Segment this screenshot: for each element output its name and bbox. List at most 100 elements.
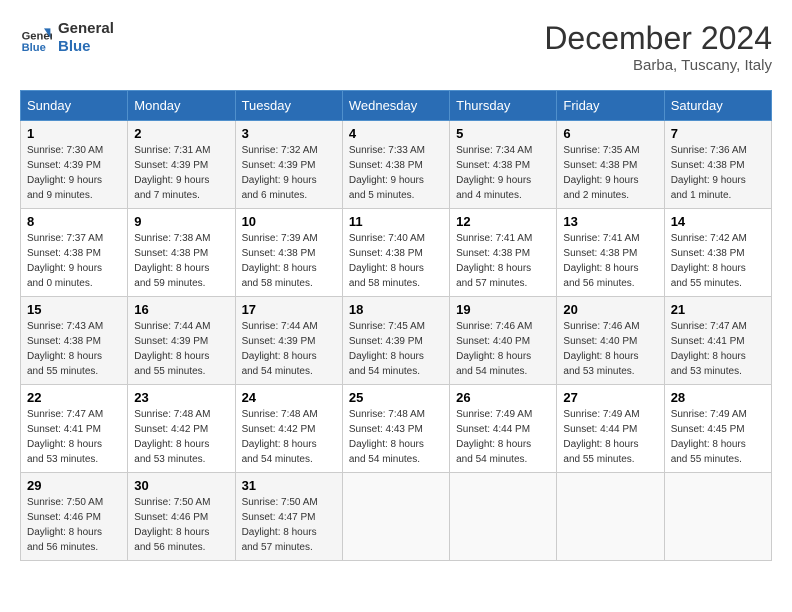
col-wednesday: Wednesday [342,91,449,121]
day-info: Sunrise: 7:38 AMSunset: 4:38 PMDaylight:… [134,233,210,289]
table-row: 19 Sunrise: 7:46 AMSunset: 4:40 PMDaylig… [450,297,557,385]
day-number: 3 [242,126,336,141]
empty-cell [450,473,557,561]
table-row: 15 Sunrise: 7:43 AMSunset: 4:38 PMDaylig… [21,297,128,385]
table-row: 5 Sunrise: 7:34 AMSunset: 4:38 PMDayligh… [450,121,557,209]
day-number: 14 [671,214,765,229]
day-number: 4 [349,126,443,141]
page-header: General Blue General Blue December 2024 … [20,20,772,74]
day-info: Sunrise: 7:36 AMSunset: 4:38 PMDaylight:… [671,145,747,201]
day-number: 2 [134,126,228,141]
day-info: Sunrise: 7:35 AMSunset: 4:38 PMDaylight:… [563,145,639,201]
day-info: Sunrise: 7:45 AMSunset: 4:39 PMDaylight:… [349,321,425,377]
logo-line1: General [58,20,114,38]
day-info: Sunrise: 7:48 AMSunset: 4:42 PMDaylight:… [134,409,210,465]
day-info: Sunrise: 7:49 AMSunset: 4:44 PMDaylight:… [456,409,532,465]
day-number: 22 [27,390,121,405]
day-number: 9 [134,214,228,229]
day-info: Sunrise: 7:47 AMSunset: 4:41 PMDaylight:… [671,321,747,377]
table-row: 26 Sunrise: 7:49 AMSunset: 4:44 PMDaylig… [450,385,557,473]
day-number: 31 [242,478,336,493]
logo-line2: Blue [58,38,114,56]
day-info: Sunrise: 7:40 AMSunset: 4:38 PMDaylight:… [349,233,425,289]
table-row: 30 Sunrise: 7:50 AMSunset: 4:46 PMDaylig… [128,473,235,561]
day-number: 11 [349,214,443,229]
day-info: Sunrise: 7:32 AMSunset: 4:39 PMDaylight:… [242,145,318,201]
day-number: 26 [456,390,550,405]
table-row: 3 Sunrise: 7:32 AMSunset: 4:39 PMDayligh… [235,121,342,209]
day-info: Sunrise: 7:41 AMSunset: 4:38 PMDaylight:… [563,233,639,289]
month-title: December 2024 [544,20,772,57]
col-thursday: Thursday [450,91,557,121]
table-row: 4 Sunrise: 7:33 AMSunset: 4:38 PMDayligh… [342,121,449,209]
day-info: Sunrise: 7:50 AMSunset: 4:47 PMDaylight:… [242,497,318,553]
day-number: 15 [27,302,121,317]
table-row: 28 Sunrise: 7:49 AMSunset: 4:45 PMDaylig… [664,385,771,473]
table-row: 25 Sunrise: 7:48 AMSunset: 4:43 PMDaylig… [342,385,449,473]
day-info: Sunrise: 7:30 AMSunset: 4:39 PMDaylight:… [27,145,103,201]
table-row: 18 Sunrise: 7:45 AMSunset: 4:39 PMDaylig… [342,297,449,385]
day-number: 24 [242,390,336,405]
col-tuesday: Tuesday [235,91,342,121]
header-row: Sunday Monday Tuesday Wednesday Thursday… [21,91,772,121]
day-info: Sunrise: 7:42 AMSunset: 4:38 PMDaylight:… [671,233,747,289]
table-row: 24 Sunrise: 7:48 AMSunset: 4:42 PMDaylig… [235,385,342,473]
table-row: 1 Sunrise: 7:30 AMSunset: 4:39 PMDayligh… [21,121,128,209]
calendar-row: 15 Sunrise: 7:43 AMSunset: 4:38 PMDaylig… [21,297,772,385]
col-monday: Monday [128,91,235,121]
col-sunday: Sunday [21,91,128,121]
empty-cell [342,473,449,561]
day-number: 29 [27,478,121,493]
day-number: 1 [27,126,121,141]
day-number: 17 [242,302,336,317]
calendar-table: Sunday Monday Tuesday Wednesday Thursday… [20,90,772,561]
day-number: 21 [671,302,765,317]
day-number: 19 [456,302,550,317]
day-info: Sunrise: 7:43 AMSunset: 4:38 PMDaylight:… [27,321,103,377]
calendar-row: 22 Sunrise: 7:47 AMSunset: 4:41 PMDaylig… [21,385,772,473]
day-number: 16 [134,302,228,317]
logo: General Blue General Blue [20,20,114,56]
day-info: Sunrise: 7:48 AMSunset: 4:43 PMDaylight:… [349,409,425,465]
day-info: Sunrise: 7:49 AMSunset: 4:45 PMDaylight:… [671,409,747,465]
day-info: Sunrise: 7:50 AMSunset: 4:46 PMDaylight:… [27,497,103,553]
table-row: 8 Sunrise: 7:37 AMSunset: 4:38 PMDayligh… [21,209,128,297]
table-row: 9 Sunrise: 7:38 AMSunset: 4:38 PMDayligh… [128,209,235,297]
day-info: Sunrise: 7:50 AMSunset: 4:46 PMDaylight:… [134,497,210,553]
day-info: Sunrise: 7:37 AMSunset: 4:38 PMDaylight:… [27,233,103,289]
svg-text:Blue: Blue [22,42,46,54]
day-number: 6 [563,126,657,141]
day-info: Sunrise: 7:49 AMSunset: 4:44 PMDaylight:… [563,409,639,465]
col-friday: Friday [557,91,664,121]
day-number: 28 [671,390,765,405]
day-info: Sunrise: 7:44 AMSunset: 4:39 PMDaylight:… [134,321,210,377]
day-number: 13 [563,214,657,229]
day-number: 23 [134,390,228,405]
table-row: 23 Sunrise: 7:48 AMSunset: 4:42 PMDaylig… [128,385,235,473]
calendar-row: 29 Sunrise: 7:50 AMSunset: 4:46 PMDaylig… [21,473,772,561]
day-info: Sunrise: 7:44 AMSunset: 4:39 PMDaylight:… [242,321,318,377]
table-row: 14 Sunrise: 7:42 AMSunset: 4:38 PMDaylig… [664,209,771,297]
day-info: Sunrise: 7:46 AMSunset: 4:40 PMDaylight:… [563,321,639,377]
day-number: 27 [563,390,657,405]
table-row: 21 Sunrise: 7:47 AMSunset: 4:41 PMDaylig… [664,297,771,385]
table-row: 17 Sunrise: 7:44 AMSunset: 4:39 PMDaylig… [235,297,342,385]
table-row: 27 Sunrise: 7:49 AMSunset: 4:44 PMDaylig… [557,385,664,473]
table-row: 2 Sunrise: 7:31 AMSunset: 4:39 PMDayligh… [128,121,235,209]
empty-cell [664,473,771,561]
title-block: December 2024 Barba, Tuscany, Italy [544,20,772,74]
table-row: 31 Sunrise: 7:50 AMSunset: 4:47 PMDaylig… [235,473,342,561]
col-saturday: Saturday [664,91,771,121]
calendar-row: 1 Sunrise: 7:30 AMSunset: 4:39 PMDayligh… [21,121,772,209]
day-number: 25 [349,390,443,405]
table-row: 16 Sunrise: 7:44 AMSunset: 4:39 PMDaylig… [128,297,235,385]
table-row: 12 Sunrise: 7:41 AMSunset: 4:38 PMDaylig… [450,209,557,297]
table-row: 6 Sunrise: 7:35 AMSunset: 4:38 PMDayligh… [557,121,664,209]
table-row: 29 Sunrise: 7:50 AMSunset: 4:46 PMDaylig… [21,473,128,561]
day-number: 8 [27,214,121,229]
day-number: 20 [563,302,657,317]
table-row: 22 Sunrise: 7:47 AMSunset: 4:41 PMDaylig… [21,385,128,473]
table-row: 11 Sunrise: 7:40 AMSunset: 4:38 PMDaylig… [342,209,449,297]
table-row: 13 Sunrise: 7:41 AMSunset: 4:38 PMDaylig… [557,209,664,297]
calendar-row: 8 Sunrise: 7:37 AMSunset: 4:38 PMDayligh… [21,209,772,297]
